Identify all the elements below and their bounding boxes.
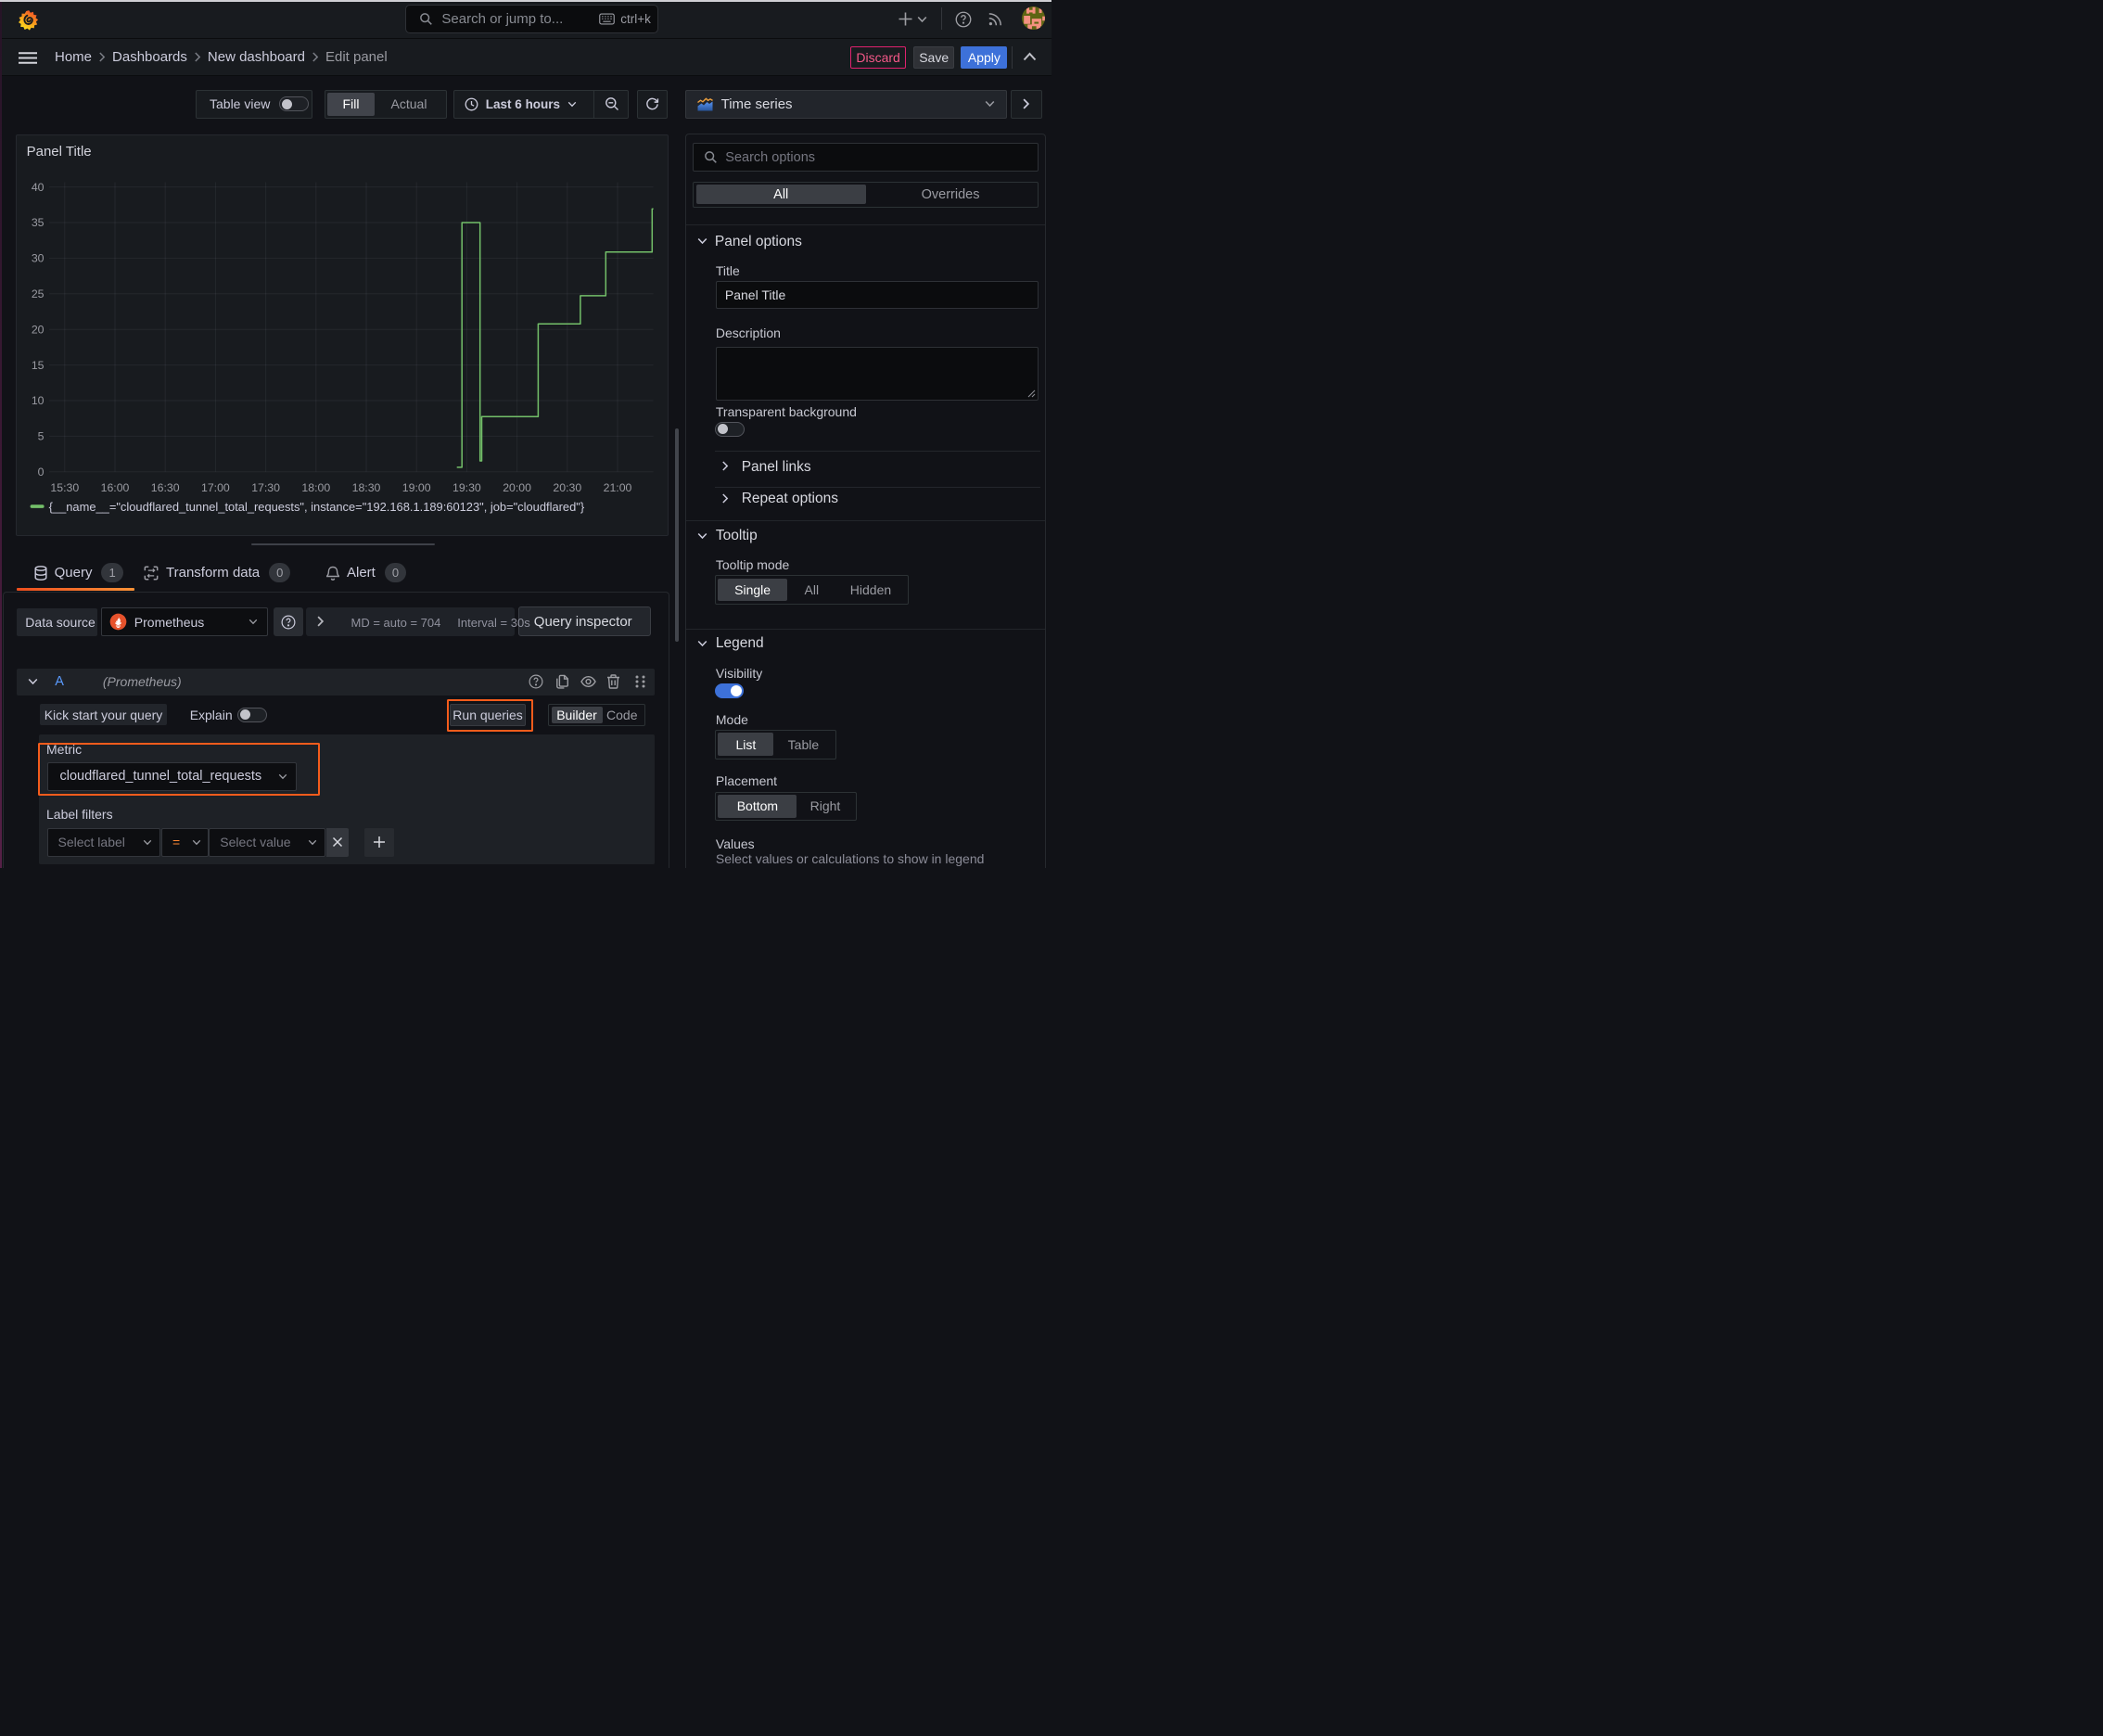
svg-text:16:30: 16:30 — [151, 481, 180, 494]
svg-text:20: 20 — [32, 323, 45, 336]
svg-text:19:30: 19:30 — [452, 481, 481, 494]
svg-text:18:30: 18:30 — [352, 481, 381, 494]
svg-text:17:00: 17:00 — [201, 481, 230, 494]
svg-text:0: 0 — [38, 466, 45, 479]
svg-text:{__name__="cloudflared_tunnel_: {__name__="cloudflared_tunnel_total_requ… — [49, 500, 585, 514]
svg-text:15: 15 — [32, 359, 45, 372]
svg-text:20:30: 20:30 — [553, 481, 581, 494]
svg-text:10: 10 — [32, 394, 45, 407]
svg-text:15:30: 15:30 — [50, 481, 79, 494]
svg-text:20:00: 20:00 — [503, 481, 531, 494]
svg-text:30: 30 — [32, 252, 45, 265]
svg-text:25: 25 — [32, 287, 45, 300]
svg-text:35: 35 — [32, 216, 45, 229]
svg-text:21:00: 21:00 — [604, 481, 632, 494]
svg-text:16:00: 16:00 — [101, 481, 130, 494]
svg-text:5: 5 — [38, 430, 45, 443]
svg-text:18:00: 18:00 — [301, 481, 330, 494]
svg-text:17:30: 17:30 — [251, 481, 280, 494]
svg-text:19:00: 19:00 — [402, 481, 431, 494]
svg-text:40: 40 — [32, 181, 45, 194]
